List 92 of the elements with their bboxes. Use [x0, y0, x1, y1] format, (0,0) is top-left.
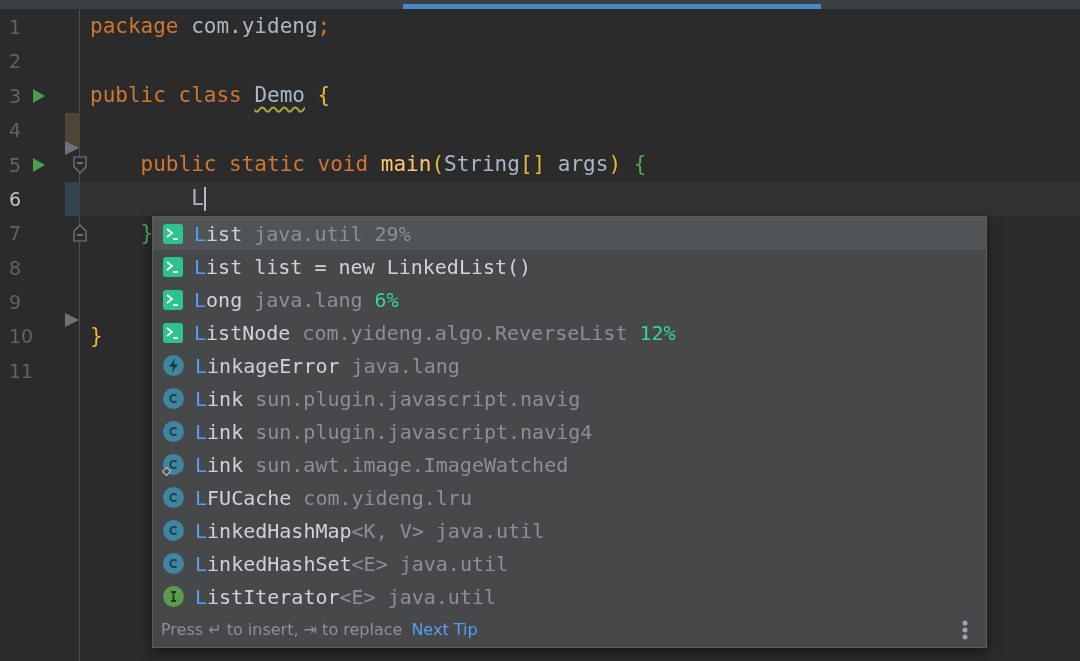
completion-item[interactable]: LinkedHashSet<E> java.util	[153, 547, 986, 580]
code-token: []	[519, 151, 546, 178]
item-package: sun.awt.image.ImageWatched	[255, 451, 569, 479]
code-token: {	[632, 151, 647, 178]
line-number: 3	[8, 83, 23, 109]
item-package: java.util	[254, 220, 363, 248]
item-name: LinkedHashSet	[195, 550, 352, 578]
code-token: package	[90, 13, 180, 41]
code-token: main	[380, 151, 432, 178]
class-icon	[163, 553, 184, 574]
line-number: 11	[8, 358, 33, 384]
item-name: ListIterator	[195, 583, 340, 611]
change-marker[interactable]	[65, 113, 80, 148]
template-icon	[163, 322, 183, 343]
item-name: List list = new LinkedList()	[194, 253, 532, 281]
code-token: }	[90, 322, 103, 350]
template-icon	[163, 289, 183, 310]
code-token: public static void	[139, 151, 370, 178]
item-type-params: <E>	[339, 583, 376, 611]
item-relevance: 6%	[374, 286, 399, 314]
line-number: 4	[8, 118, 23, 144]
item-name: Link	[195, 451, 244, 479]
item-package: com.yideng.lru	[303, 484, 472, 512]
line-number: 8	[8, 255, 23, 281]
completion-item[interactable]: Link sun.plugin.javascript.navig4	[153, 415, 986, 448]
fold-icon[interactable]	[73, 155, 87, 174]
deleted-lines-marker[interactable]	[65, 312, 79, 327]
item-name: List	[194, 220, 243, 248]
item-package: java.util	[399, 550, 509, 578]
template-icon	[163, 256, 183, 277]
line-number: 9	[8, 290, 23, 316]
completion-item[interactable]: List list = new LinkedList()	[153, 250, 986, 283]
change-marker[interactable]	[65, 181, 80, 217]
more-options-icon[interactable]	[962, 620, 968, 640]
item-package: sun.plugin.javascript.navig4	[255, 418, 593, 446]
code-token: ;	[317, 13, 331, 41]
code-token: )	[608, 151, 622, 178]
completion-item[interactable]: ListIterator<E> java.util	[153, 580, 986, 613]
completion-item[interactable]: LFUCache com.yideng.lru	[153, 481, 986, 514]
code-token: L	[190, 185, 204, 213]
code-token: com.yideng	[191, 13, 318, 41]
item-name: LinkageError	[195, 352, 340, 380]
item-package: com.yideng.algo.ReverseList	[302, 319, 628, 347]
text-cursor	[203, 187, 206, 212]
item-name: Long	[194, 286, 243, 314]
item-name: Link	[195, 418, 244, 446]
class-icon	[163, 520, 184, 541]
item-name: Link	[195, 385, 244, 413]
item-name: LinkedHashMap	[195, 517, 352, 545]
item-type-params: <K, V>	[351, 517, 424, 545]
code-token: }	[139, 219, 154, 247]
next-tip-link[interactable]: Next Tip	[411, 618, 478, 642]
item-package: java.lang	[351, 352, 460, 380]
code-token: {	[316, 82, 331, 110]
code-token: (	[431, 151, 445, 178]
line-number: 7	[8, 221, 23, 247]
item-package: sun.plugin.javascript.navig	[255, 385, 581, 413]
code-token: Demo	[254, 82, 305, 110]
completion-item[interactable]: LinkedHashMap<K, V> java.util	[153, 514, 986, 547]
interface-icon	[163, 586, 184, 607]
completion-item[interactable]: Link sun.awt.image.ImageWatched	[153, 448, 986, 481]
code-token: public class	[90, 82, 243, 110]
footer-hint: Press ↵ to insert, ⇥ to replace	[161, 619, 403, 641]
fold-icon[interactable]	[73, 224, 87, 243]
item-type-params: <E>	[351, 550, 388, 578]
class-icon	[163, 388, 184, 409]
completion-item[interactable]: ListNode com.yideng.algo.ReverseList 12%	[153, 316, 986, 349]
completion-item[interactable]: List java.util 29%	[153, 217, 986, 250]
line-number: 6	[8, 186, 23, 212]
item-package: java.lang	[254, 286, 363, 314]
item-name: LFUCache	[195, 484, 292, 512]
class-icon	[163, 487, 184, 508]
code-token: args	[556, 151, 609, 178]
item-package: java.util	[435, 517, 545, 545]
completion-item[interactable]: Long java.lang 6%	[153, 283, 986, 316]
line-number: 10	[8, 324, 33, 350]
line-number: 2	[8, 49, 23, 75]
template-icon	[163, 223, 183, 244]
line-number: 5	[8, 152, 23, 178]
run-icon[interactable]	[33, 157, 45, 172]
item-package: java.util	[387, 583, 496, 611]
code-token: String	[444, 151, 520, 178]
class-icon	[163, 421, 184, 442]
run-icon[interactable]	[33, 88, 45, 103]
item-relevance: 12%	[639, 319, 676, 347]
item-relevance: 29%	[374, 220, 411, 248]
lightning-icon	[163, 355, 184, 376]
item-name: ListNode	[194, 319, 291, 347]
completion-item[interactable]: LinkageError java.lang	[153, 349, 986, 382]
deleted-lines-marker[interactable]	[65, 140, 79, 155]
completion-item[interactable]: Link sun.plugin.javascript.navig	[153, 382, 986, 415]
line-number: 1	[8, 14, 23, 40]
